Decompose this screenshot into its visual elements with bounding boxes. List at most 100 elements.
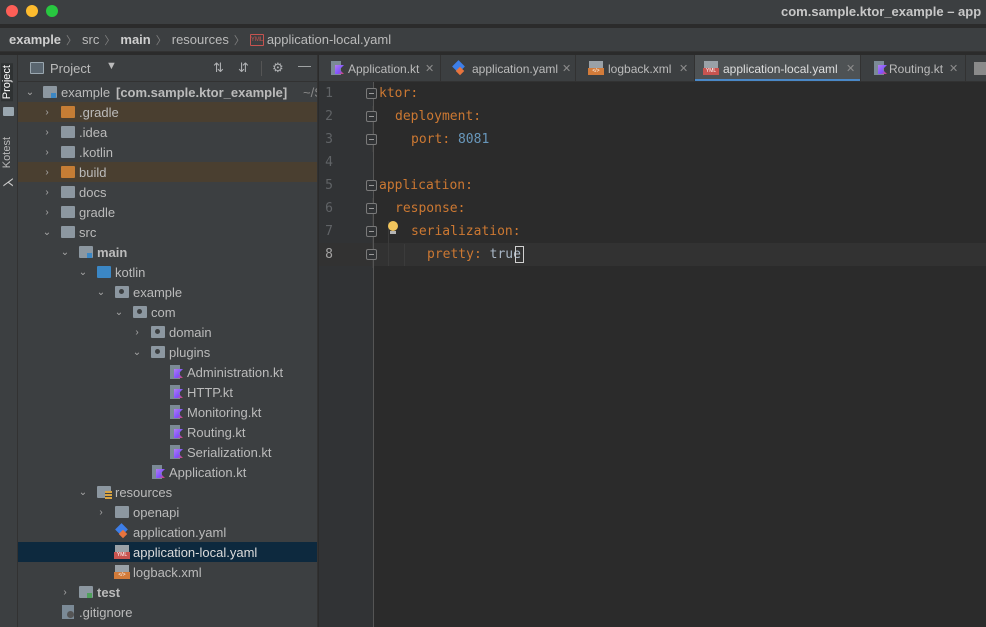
chevron-down-icon[interactable]: ⌄ — [131, 347, 143, 358]
chevron-right-icon[interactable]: › — [41, 187, 53, 198]
breadcrumb-item[interactable]: src — [82, 32, 99, 47]
tab-application-yaml[interactable]: application.yaml ✕ — [441, 55, 576, 81]
chevron-down-icon[interactable]: ⌄ — [95, 287, 107, 298]
breadcrumb-item[interactable]: example — [9, 32, 61, 47]
tool-window-kotest[interactable]: Kotest — [1, 137, 13, 168]
tree-item-logback-xml[interactable]: </> logback.xml — [18, 562, 317, 582]
tree-item-administration-kt[interactable]: Administration.kt — [18, 362, 317, 382]
close-icon[interactable]: ✕ — [425, 62, 434, 75]
tree-item-domain[interactable]: › domain — [18, 322, 317, 342]
tree-item-test[interactable]: › test — [18, 582, 317, 602]
chevron-down-icon[interactable]: ⌄ — [77, 487, 89, 498]
fold-marker-icon[interactable] — [366, 249, 377, 260]
tree-item-application-yaml[interactable]: application.yaml — [18, 522, 317, 542]
chevron-down-icon[interactable]: ⌄ — [59, 247, 71, 258]
chevron-down-icon[interactable]: ⌄ — [24, 87, 36, 98]
tree-item-gradle-dir[interactable]: › .gradle — [18, 102, 317, 122]
tree-item-example[interactable]: ⌄ example — [18, 282, 317, 302]
chevron-right-icon[interactable]: › — [95, 507, 107, 518]
fold-marker-icon[interactable] — [366, 88, 377, 99]
yaml-value: 8081 — [457, 132, 490, 147]
tree-item-build[interactable]: › build — [18, 162, 317, 182]
tab-logback-xml[interactable]: </> logback.xml ✕ — [576, 55, 695, 81]
tree-item-idea[interactable]: › .idea — [18, 122, 317, 142]
tree-item-gradle[interactable]: › gradle — [18, 202, 317, 222]
tree-item-plugins[interactable]: ⌄ plugins — [18, 342, 317, 362]
tree-item-src[interactable]: ⌄ src — [18, 222, 317, 242]
chevron-right-icon[interactable]: › — [131, 327, 143, 338]
tree-item-main[interactable]: ⌄ main — [18, 242, 317, 262]
expand-all-icon[interactable]: ⇅ — [213, 60, 224, 76]
yaml-file-icon: YML — [249, 33, 264, 46]
folder-icon — [61, 166, 75, 178]
chevron-right-icon[interactable]: › — [41, 147, 53, 158]
line-number: 5 — [325, 178, 333, 193]
gear-icon[interactable]: ⚙ — [272, 60, 284, 76]
tree-item-http-kt[interactable]: HTTP.kt — [18, 382, 317, 402]
kotlin-file-icon — [169, 405, 183, 419]
tree-item-label: HTTP.kt — [187, 384, 233, 400]
collapse-all-icon[interactable]: ⇵ — [238, 60, 249, 76]
tool-window-project[interactable]: Project — [1, 63, 13, 102]
indent-guide — [404, 244, 405, 266]
close-window-button[interactable] — [6, 5, 18, 17]
fold-marker-icon[interactable] — [366, 180, 377, 191]
breadcrumb-item[interactable]: resources — [172, 32, 229, 47]
close-icon[interactable]: ✕ — [562, 62, 571, 75]
chevron-down-icon[interactable]: ▼ — [106, 60, 117, 72]
more-tabs-icon[interactable] — [974, 62, 986, 75]
chevron-right-icon[interactable]: › — [41, 207, 53, 218]
breadcrumb-item[interactable]: application-local.yaml — [267, 32, 391, 47]
tab-routing-kt[interactable]: Routing.kt ✕ — [861, 55, 966, 81]
code-line: response: — [395, 201, 466, 216]
tree-item-application-kt[interactable]: Application.kt — [18, 462, 317, 482]
chevron-right-icon[interactable]: › — [59, 587, 71, 598]
tree-item-docs[interactable]: › docs — [18, 182, 317, 202]
source-folder-icon — [97, 266, 111, 278]
fold-marker-icon[interactable] — [366, 111, 377, 122]
project-panel-title[interactable]: Project — [50, 61, 90, 76]
source-root-badge-icon — [87, 253, 92, 258]
tree-item-kotlin[interactable]: ⌄ kotlin — [18, 262, 317, 282]
fold-marker-icon[interactable] — [366, 134, 377, 145]
close-icon[interactable]: ✕ — [846, 62, 855, 75]
toolbar-divider — [261, 61, 262, 76]
tab-application-kt[interactable]: Application.kt ✕ — [319, 55, 441, 81]
minimize-window-button[interactable] — [26, 5, 38, 17]
chevron-down-icon[interactable]: ⌄ — [41, 227, 53, 238]
tree-item-openapi[interactable]: › openapi — [18, 502, 317, 522]
tree-item-serialization-kt[interactable]: Serialization.kt — [18, 442, 317, 462]
tree-item-label: domain — [169, 324, 212, 340]
folder-icon — [61, 186, 75, 198]
tree-item-label: Routing.kt — [187, 424, 246, 440]
tree-item-kotlin-dir[interactable]: › .kotlin — [18, 142, 317, 162]
fold-marker-icon[interactable] — [366, 226, 377, 237]
folder-icon — [3, 107, 14, 116]
code-line: deployment: — [395, 109, 482, 124]
tree-item-monitoring-kt[interactable]: Monitoring.kt — [18, 402, 317, 422]
tree-root[interactable]: ⌄ example [com.sample.ktor_example] ~/S — [18, 82, 317, 102]
chevron-right-icon[interactable]: › — [41, 107, 53, 118]
tree-item-label: .gradle — [79, 104, 119, 120]
tree-item-application-local-yaml[interactable]: YML application-local.yaml — [18, 542, 317, 562]
fold-marker-icon[interactable] — [366, 203, 377, 214]
chevron-right-icon[interactable]: › — [41, 167, 53, 178]
chevron-right-icon[interactable]: › — [41, 127, 53, 138]
tree-item-label: test — [97, 584, 121, 600]
code-editor[interactable] — [374, 82, 986, 627]
tree-item-routing-kt[interactable]: Routing.kt — [18, 422, 317, 442]
breadcrumb-item[interactable]: main — [120, 32, 150, 47]
zoom-window-button[interactable] — [46, 5, 58, 17]
close-icon[interactable]: ✕ — [949, 62, 958, 75]
hide-panel-icon[interactable]: — — [298, 58, 311, 73]
tab-application-local-yaml[interactable]: YML application-local.yaml ✕ — [695, 55, 861, 81]
chevron-down-icon[interactable]: ⌄ — [77, 267, 89, 278]
tree-item-resources[interactable]: ⌄ resources — [18, 482, 317, 502]
close-icon[interactable]: ✕ — [679, 62, 688, 75]
lightbulb-icon[interactable] — [387, 221, 399, 235]
kotlin-file-icon — [169, 445, 183, 459]
tree-item-com[interactable]: ⌄ com — [18, 302, 317, 322]
tab-label: logback.xml — [608, 61, 672, 76]
chevron-down-icon[interactable]: ⌄ — [113, 307, 125, 318]
tree-item-gitignore[interactable]: .gitignore — [18, 602, 317, 622]
